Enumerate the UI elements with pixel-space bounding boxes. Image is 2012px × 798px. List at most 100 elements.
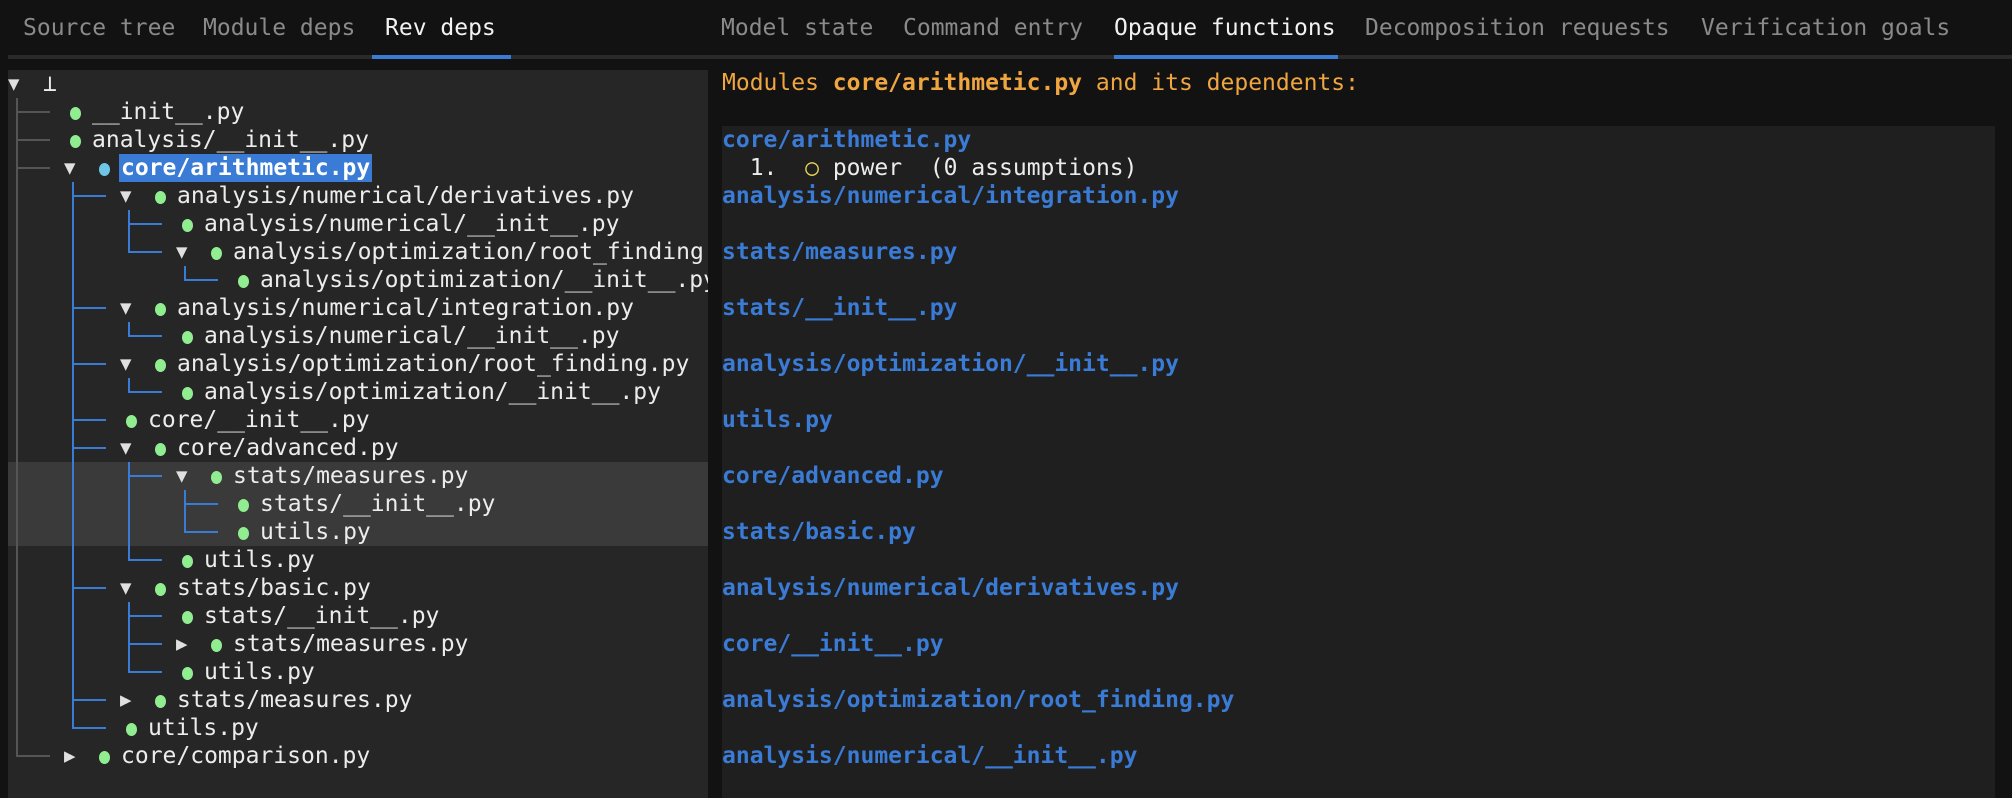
right-tab-strip: [700, 55, 2012, 59]
tree-row[interactable]: analysis/numerical/__init__.py: [8, 322, 708, 350]
collapsed-triangle-icon[interactable]: ▶: [120, 686, 131, 714]
tree-row[interactable]: core/__init__.py: [8, 406, 708, 434]
status-dot-icon: [211, 247, 222, 260]
status-dot-icon: [211, 471, 222, 484]
tree-guide-vertical: [184, 266, 186, 281]
status-dot-icon: [182, 331, 193, 344]
expanded-triangle-icon[interactable]: ▼: [176, 462, 187, 490]
tree-row[interactable]: utils.py: [8, 518, 708, 546]
status-dot-icon: [155, 303, 166, 316]
tree-row[interactable]: stats/__init__.py: [8, 490, 708, 518]
module-link[interactable]: stats/__init__.py: [722, 294, 1995, 322]
status-dot-icon: [238, 499, 249, 512]
module-link[interactable]: analysis/numerical/derivatives.py: [722, 574, 1995, 602]
module-link[interactable]: core/__init__.py: [722, 630, 1995, 658]
tree-row[interactable]: ▶ stats/measures.py: [8, 630, 708, 658]
opaque-function-item[interactable]: 1. ○ power (0 assumptions): [722, 154, 1995, 182]
tree-row[interactable]: ▼ core/arithmetic.py: [8, 154, 708, 182]
expanded-triangle-icon[interactable]: ▼: [64, 154, 75, 182]
tree-row[interactable]: ▼ analysis/numerical/derivatives.py: [8, 182, 708, 210]
tree-row[interactable]: ▼ analysis/numerical/integration.py: [8, 294, 708, 322]
tree-row[interactable]: __init__.py: [8, 98, 708, 126]
expanded-triangle-icon[interactable]: ▼: [8, 70, 19, 98]
module-link[interactable]: utils.py: [722, 406, 1995, 434]
tree-item-label: analysis/__init__.py: [92, 127, 369, 153]
expanded-triangle-icon[interactable]: ▼: [120, 434, 131, 462]
tree-row[interactable]: ▶ stats/measures.py: [8, 686, 708, 714]
module-link[interactable]: stats/basic.py: [722, 518, 1995, 546]
tree-row[interactable]: utils.py: [8, 546, 708, 574]
tree-item-label: analysis/numerical/__init__.py: [204, 323, 620, 349]
heading-prefix: Modules: [722, 70, 833, 96]
status-dot-icon: [182, 611, 193, 624]
tree-guide-horizontal: [128, 391, 162, 393]
tab-command-entry[interactable]: Command entry: [903, 10, 1083, 46]
expanded-triangle-icon[interactable]: ▼: [120, 182, 131, 210]
left-tab-underline: [372, 55, 511, 59]
module-link[interactable]: stats/measures.py: [722, 238, 1995, 266]
status-dot-icon: [99, 163, 110, 176]
tree-row[interactable]: ▶ core/comparison.py: [8, 742, 708, 770]
module-link[interactable]: analysis/numerical/integration.py: [722, 182, 1995, 210]
tree-row[interactable]: analysis/optimization/__init__.py: [8, 266, 708, 294]
tree-row[interactable]: analysis/__init__.py: [8, 126, 708, 154]
tree-guide-horizontal: [72, 699, 106, 701]
tree-item-label: analysis/optimization/__init__.py: [204, 379, 661, 405]
tree-guide-horizontal: [128, 671, 162, 673]
module-link[interactable]: core/advanced.py: [722, 462, 1995, 490]
tree-guide-horizontal: [128, 223, 162, 225]
tree-guide-horizontal: [16, 167, 50, 169]
tab-source-tree[interactable]: Source tree: [23, 10, 175, 46]
module-link[interactable]: analysis/numerical/__init__.py: [722, 742, 1995, 770]
expanded-triangle-icon[interactable]: ▼: [120, 574, 131, 602]
collapsed-triangle-icon[interactable]: ▶: [64, 742, 75, 770]
module-link[interactable]: analysis/optimization/root_finding.py: [722, 686, 1995, 714]
expanded-triangle-icon[interactable]: ▼: [120, 294, 131, 322]
status-dot-icon: [211, 639, 222, 652]
collapsed-triangle-icon[interactable]: ▶: [176, 630, 187, 658]
expanded-triangle-icon[interactable]: ▼: [120, 350, 131, 378]
tab-module-deps[interactable]: Module deps: [203, 10, 355, 46]
status-dot-icon: [155, 695, 166, 708]
tree-row[interactable]: utils.py: [8, 658, 708, 686]
tree-guide-horizontal: [16, 111, 50, 113]
tab-verification-goals[interactable]: Verification goals: [1701, 10, 1950, 46]
tree-item-label: stats/__init__.py: [204, 603, 440, 629]
status-dot-icon: [126, 723, 137, 736]
tree-item-label: stats/basic.py: [177, 575, 371, 601]
tab-model-state[interactable]: Model state: [721, 10, 873, 46]
tree-item-label: utils.py: [260, 519, 371, 545]
tree-row[interactable]: ▼ core/advanced.py: [8, 434, 708, 462]
tab-rev-deps[interactable]: Rev deps: [385, 10, 496, 46]
tree-row[interactable]: analysis/optimization/__init__.py: [8, 378, 708, 406]
module-link[interactable]: core/arithmetic.py: [722, 126, 1995, 154]
tree-row[interactable]: ▼ analysis/optimization/root_finding.py: [8, 350, 708, 378]
opaque-functions-list: core/arithmetic.py 1. ○ power (0 assumpt…: [722, 126, 1995, 798]
tree-guide-horizontal: [72, 587, 106, 589]
tree-row[interactable]: ▼ ⊥: [8, 70, 708, 98]
tab-opaque-functions[interactable]: Opaque functions: [1114, 10, 1336, 46]
tree-row[interactable]: analysis/numerical/__init__.py: [8, 210, 708, 238]
tree-row[interactable]: ▼ analysis/optimization/root_finding.py: [8, 238, 708, 266]
tree-row[interactable]: ▼ stats/measures.py: [8, 462, 708, 490]
status-dot-icon: [182, 555, 193, 568]
function-name: power: [832, 155, 903, 181]
tree-guide-horizontal: [72, 363, 106, 365]
tree-row[interactable]: utils.py: [8, 714, 708, 742]
tree-row[interactable]: stats/__init__.py: [8, 602, 708, 630]
tree-item-label: analysis/optimization/__init__.py: [260, 267, 708, 293]
tree-guide-horizontal: [16, 139, 50, 141]
tree-row[interactable]: ▼ stats/basic.py: [8, 574, 708, 602]
tree-guide-horizontal: [184, 531, 218, 533]
module-link[interactable]: analysis/optimization/__init__.py: [722, 350, 1995, 378]
status-dot-icon: [155, 443, 166, 456]
rev-deps-tree: ▼ ⊥ __init__.py analysis/__init__.py ▼ core/a…: [8, 70, 708, 798]
expanded-triangle-icon[interactable]: ▼: [176, 238, 187, 266]
tree-item-label: analysis/optimization/root_finding.py: [177, 351, 690, 377]
tab-decomposition-requests[interactable]: Decomposition requests: [1365, 10, 1670, 46]
